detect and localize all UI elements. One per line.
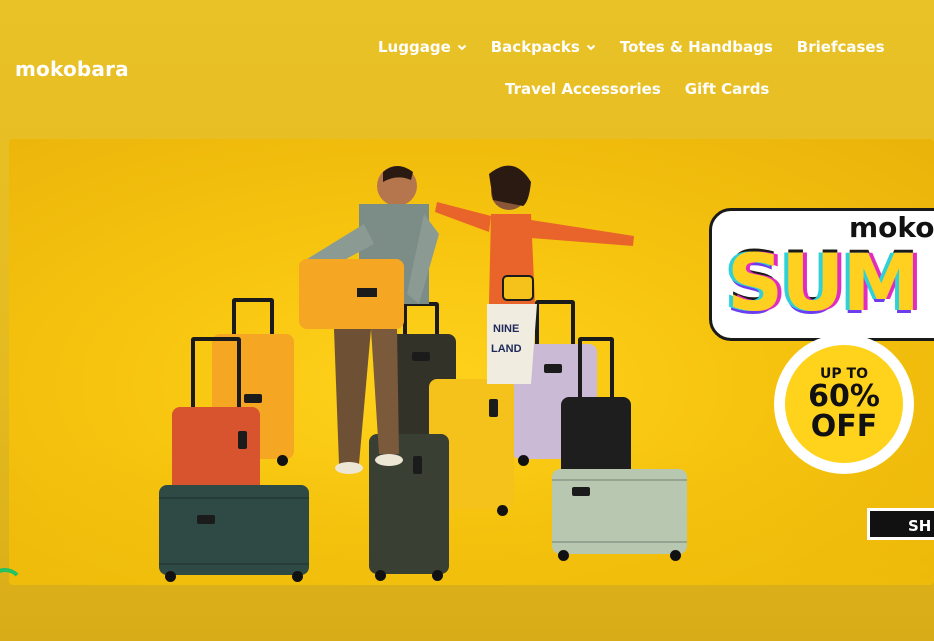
nav-label: Gift Cards — [684, 80, 770, 98]
svg-text:NINE: NINE — [493, 323, 519, 335]
promo-title: SUM — [727, 239, 920, 329]
nav-label: Totes & Handbags — [619, 38, 773, 56]
hero-banner[interactable]: NINE LAND moko SUM UP TO 60% OFF SH — [9, 139, 934, 585]
nav-label: Backpacks — [490, 38, 580, 56]
svg-text:LAND: LAND — [491, 343, 522, 355]
main-nav-row-1: Luggage Backpacks Totes & Handbags Brief… — [378, 38, 909, 56]
nav-item-totes-handbags[interactable]: Totes & Handbags — [620, 38, 773, 56]
model-woman: NINE LAND — [435, 165, 634, 384]
offer-badge: UP TO 60% OFF — [774, 334, 914, 474]
chevron-down-icon — [457, 42, 467, 52]
nav-label: Travel Accessories — [505, 80, 661, 98]
main-nav-row-2: Travel Accessories Gift Cards — [505, 80, 793, 98]
nav-item-backpacks[interactable]: Backpacks — [491, 38, 596, 56]
nav-item-travel-accessories[interactable]: Travel Accessories — [505, 80, 661, 98]
offer-suffix: OFF — [810, 409, 878, 444]
nav-item-briefcases[interactable]: Briefcases — [797, 38, 885, 56]
nav-label: Briefcases — [796, 38, 885, 56]
brand-logo[interactable]: mokobara — [15, 57, 129, 81]
suitcase-sage — [552, 469, 687, 561]
shop-now-button[interactable]: SH — [867, 508, 934, 540]
nav-item-luggage[interactable]: Luggage — [378, 38, 467, 56]
suitcase-black-small — [561, 337, 631, 484]
site-header: mokobara Luggage Backpacks Totes & Handb… — [0, 0, 934, 130]
chevron-down-icon — [586, 42, 596, 52]
suitcase-dark-green-large — [159, 485, 309, 582]
nav-label: Luggage — [378, 38, 451, 56]
offer-value: 60% — [808, 379, 880, 414]
page: mokobara Luggage Backpacks Totes & Handb… — [0, 0, 934, 641]
nav-item-gift-cards[interactable]: Gift Cards — [685, 80, 770, 98]
